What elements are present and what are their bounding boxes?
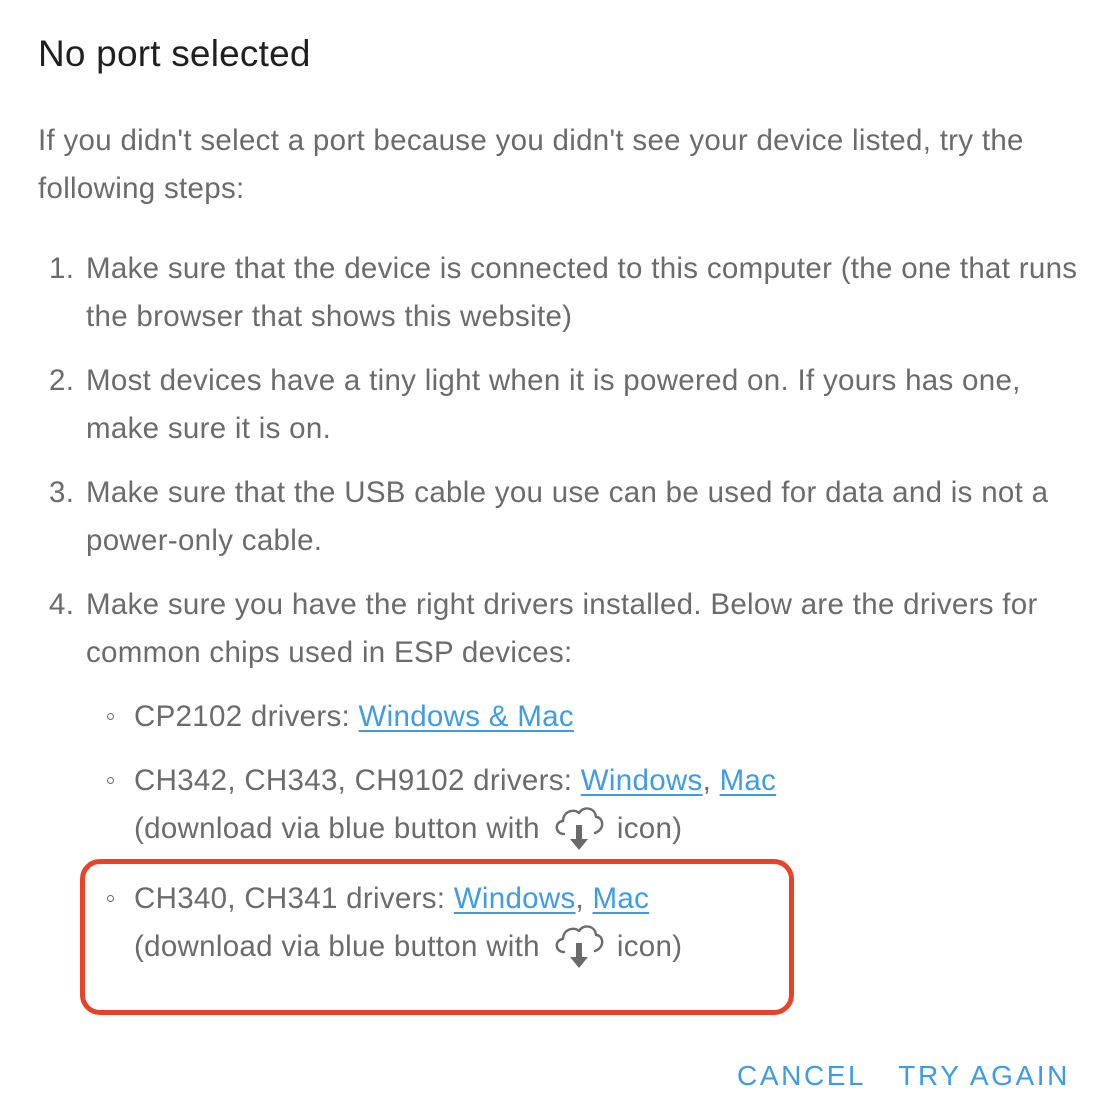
- step-item-1: 1. Make sure that the device is connecte…: [38, 245, 1078, 341]
- driver-label: CP2102 drivers:: [134, 700, 359, 733]
- driver-item-ch342: CH342, CH343, CH9102 drivers: Windows, M…: [86, 757, 1078, 853]
- try-again-button[interactable]: TRY AGAIN: [892, 1056, 1076, 1096]
- step-item-4: 4. Make sure you have the right drivers …: [38, 581, 1078, 971]
- step-item-3: 3. Make sure that the USB cable you use …: [38, 469, 1078, 565]
- cloud-download-icon: [555, 807, 604, 851]
- step-text: Most devices have a tiny light when it i…: [86, 364, 1021, 445]
- windows-link[interactable]: Windows: [454, 882, 576, 915]
- step-number: 3.: [49, 476, 75, 509]
- cancel-button[interactable]: CANCEL: [731, 1056, 872, 1096]
- download-note-suffix: icon): [608, 930, 683, 963]
- step-number: 1.: [49, 252, 75, 285]
- bullet-icon: [107, 895, 114, 902]
- download-note-prefix: (download via blue button with: [134, 812, 549, 845]
- no-port-dialog: No port selected If you didn't select a …: [0, 0, 1100, 1118]
- drivers-list: CP2102 drivers: Windows & Mac CH342, CH3…: [86, 693, 1078, 971]
- bullet-icon: [107, 777, 114, 784]
- steps-list: 1. Make sure that the device is connecte…: [38, 245, 1078, 987]
- step-number: 4.: [49, 588, 75, 621]
- step-text: Make sure you have the right drivers ins…: [86, 588, 1038, 669]
- driver-item-cp2102: CP2102 drivers: Windows & Mac: [86, 693, 1078, 741]
- mac-link[interactable]: Mac: [720, 764, 777, 797]
- link-separator: ,: [575, 882, 593, 915]
- bullet-icon: [107, 713, 114, 720]
- driver-item-ch340: CH340, CH341 drivers: Windows, Mac (down…: [86, 875, 1078, 971]
- download-note-prefix: (download via blue button with: [134, 930, 549, 963]
- dialog-title: No port selected: [38, 33, 311, 74]
- cloud-download-icon: [555, 925, 604, 969]
- dialog-intro: If you didn't select a port because you …: [38, 124, 1024, 205]
- step-item-2: 2. Most devices have a tiny light when i…: [38, 357, 1078, 453]
- windows-mac-link[interactable]: Windows & Mac: [359, 700, 574, 733]
- step-text: Make sure that the USB cable you use can…: [86, 476, 1049, 557]
- link-separator: ,: [702, 764, 720, 797]
- driver-label: CH342, CH343, CH9102 drivers:: [134, 764, 581, 797]
- driver-label: CH340, CH341 drivers:: [134, 882, 454, 915]
- download-note-suffix: icon): [608, 812, 683, 845]
- windows-link[interactable]: Windows: [581, 764, 703, 797]
- step-text: Make sure that the device is connected t…: [86, 252, 1078, 333]
- dialog-actions: CANCEL TRY AGAIN: [731, 1056, 1076, 1096]
- step-number: 2.: [49, 364, 75, 397]
- mac-link[interactable]: Mac: [593, 882, 650, 915]
